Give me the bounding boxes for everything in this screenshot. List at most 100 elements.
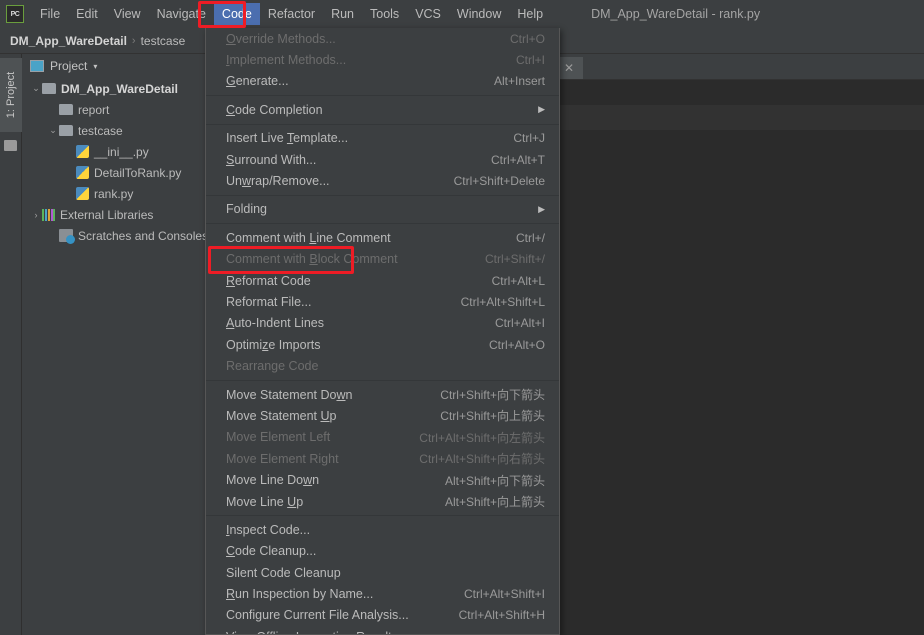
breadcrumb-separator-icon: › bbox=[131, 34, 136, 47]
menu-item-shortcut: Ctrl+Alt+Shift+向右箭头 bbox=[419, 452, 545, 467]
menu-help[interactable]: Help bbox=[509, 3, 551, 25]
library-icon bbox=[42, 208, 55, 221]
menu-item-code-completion[interactable]: Code Completion ▶ bbox=[206, 99, 559, 120]
menu-label: Window bbox=[456, 7, 502, 21]
menu-item-implement-methods: Implement Methods... Ctrl+I bbox=[206, 49, 559, 70]
menu-separator bbox=[206, 223, 559, 225]
breadcrumb-folder[interactable]: testcase bbox=[141, 34, 186, 48]
menu-item-move-element-right: Move Element Right Ctrl+Alt+Shift+向右箭头 bbox=[206, 448, 559, 469]
menu-item-label: Silent Code Cleanup bbox=[226, 565, 341, 580]
menu-item-rearrange-code: Rearrange Code bbox=[206, 355, 559, 376]
python-file-icon bbox=[76, 166, 89, 179]
tree-node-detailtorank-py[interactable]: DetailToRank.py bbox=[22, 162, 221, 183]
tree-node-dm-app-waredetail[interactable]: ⌄ DM_App_WareDetail bbox=[22, 78, 221, 99]
menu-item-run-inspection-by-name[interactable]: Run Inspection by Name... Ctrl+Alt+Shift+… bbox=[206, 583, 559, 604]
tree-node-scratches-and-consoles[interactable]: Scratches and Consoles bbox=[22, 225, 221, 246]
tree-node-testcase[interactable]: ⌄ testcase bbox=[22, 120, 221, 141]
chevron-down-icon[interactable]: ▾ bbox=[93, 62, 97, 71]
menu-item-move-line-up[interactable]: Move Line Up Alt+Shift+向上箭头 bbox=[206, 491, 559, 512]
menu-label: Run bbox=[331, 7, 354, 21]
folder-icon bbox=[59, 125, 73, 136]
tree-node-label: testcase bbox=[78, 123, 123, 138]
menu-item-insert-live-template[interactable]: Insert Live Template... Ctrl+J bbox=[206, 128, 559, 149]
menu-item-move-statement-down[interactable]: Move Statement Down Ctrl+Shift+向下箭头 bbox=[206, 384, 559, 405]
menu-edit[interactable]: Edit bbox=[68, 3, 106, 25]
menu-item-label: Move Statement Down bbox=[226, 387, 353, 402]
project-icon bbox=[30, 60, 44, 72]
python-file-icon bbox=[76, 145, 89, 158]
menu-item-surround-with[interactable]: Surround With... Ctrl+Alt+T bbox=[206, 149, 559, 170]
menu-item-unwrap-remove[interactable]: Unwrap/Remove... Ctrl+Shift+Delete bbox=[206, 170, 559, 191]
code-dropdown-menu[interactable]: Override Methods... Ctrl+O Implement Metho… bbox=[205, 28, 560, 635]
project-tree: ⌄ DM_App_WareDetailreport ⌄ testcase __ini__… bbox=[22, 78, 221, 246]
menu-separator bbox=[206, 194, 559, 196]
menu-item-optimize-imports[interactable]: Optimize Imports Ctrl+Alt+O bbox=[206, 334, 559, 355]
chevron-down-icon[interactable]: ⌄ bbox=[30, 83, 42, 94]
menu-label: Edit bbox=[76, 7, 98, 21]
menu-item-code-cleanup[interactable]: Code Cleanup... bbox=[206, 541, 559, 562]
menu-label: Refactor bbox=[267, 7, 316, 21]
tree-node-rank-py[interactable]: rank.py bbox=[22, 183, 221, 204]
menu-item-shortcut: Ctrl+Alt+Shift+H bbox=[458, 608, 545, 623]
tree-node--ini-py[interactable]: __ini__.py bbox=[22, 141, 221, 162]
chevron-right-icon[interactable]: › bbox=[30, 210, 42, 220]
menu-item-auto-indent-lines[interactable]: Auto-Indent Lines Ctrl+Alt+I bbox=[206, 313, 559, 334]
menu-refactor[interactable]: Refactor bbox=[260, 3, 323, 25]
menu-item-label: Move Line Down bbox=[226, 473, 320, 488]
menu-run[interactable]: Run bbox=[323, 3, 362, 25]
menu-item-label: Unwrap/Remove... bbox=[226, 174, 330, 189]
menu-item-shortcut: Ctrl+Shift+Delete bbox=[453, 174, 545, 189]
menu-item-reformat-code[interactable]: Reformat Code Ctrl+Alt+L bbox=[206, 270, 559, 291]
left-tool-window-bar: 1: Project bbox=[0, 54, 22, 635]
menu-item-view-offline-inspection-results[interactable]: View Offline Inspection Results... bbox=[206, 626, 559, 634]
menu-item-shortcut: Ctrl+Alt+I bbox=[494, 316, 545, 331]
menu-item-override-methods: Override Methods... Ctrl+O bbox=[206, 28, 559, 49]
menu-item-label: Code Completion bbox=[226, 102, 323, 117]
folder-icon[interactable] bbox=[4, 140, 17, 151]
menu-item-move-statement-up[interactable]: Move Statement Up Ctrl+Shift+向上箭头 bbox=[206, 405, 559, 426]
menu-item-label: Generate... bbox=[226, 74, 289, 89]
breadcrumb-project[interactable]: DM_App_WareDetail bbox=[10, 34, 127, 48]
menu-label: File bbox=[40, 7, 61, 21]
menu-item-label: Auto-Indent Lines bbox=[226, 316, 324, 331]
menu-item-label: Move Statement Up bbox=[226, 408, 337, 423]
menu-view[interactable]: View bbox=[106, 3, 149, 25]
tool-button-project[interactable]: 1: Project bbox=[0, 58, 22, 132]
menu-item-inspect-code[interactable]: Inspect Code... bbox=[206, 519, 559, 540]
menu-code[interactable]: Code bbox=[213, 3, 260, 25]
close-icon[interactable]: ✕ bbox=[564, 61, 574, 75]
tree-node-label: __ini__.py bbox=[94, 144, 149, 159]
menu-item-comment-with-line-comment[interactable]: Comment with Line Comment Ctrl+/ bbox=[206, 227, 559, 248]
menu-item-folding[interactable]: Folding ▶ bbox=[206, 199, 559, 220]
pycharm-logo-icon: PC bbox=[6, 5, 24, 23]
menu-navigate[interactable]: Navigate bbox=[149, 3, 214, 25]
menu-tools[interactable]: Tools bbox=[362, 3, 407, 25]
menu-label: VCS bbox=[415, 7, 441, 21]
menu-item-shortcut: Ctrl+Alt+T bbox=[490, 152, 545, 167]
window-title: DM_App_WareDetail - rank.py bbox=[591, 7, 761, 21]
menu-item-label: Comment with Block Comment bbox=[226, 252, 398, 267]
menu-item-label: Rearrange Code bbox=[226, 359, 319, 374]
menu-item-comment-with-block-comment: Comment with Block Comment Ctrl+Shift+/ bbox=[206, 249, 559, 270]
pycharm-window: PC File Edit View Navigate Code Refactor Run To… bbox=[0, 0, 924, 635]
chevron-down-icon[interactable]: ⌄ bbox=[47, 125, 59, 136]
tree-node-external-libraries[interactable]: › External Libraries bbox=[22, 204, 221, 225]
menu-item-label: Run Inspection by Name... bbox=[226, 587, 374, 602]
menu-item-configure-current-file-analysis[interactable]: Configure Current File Analysis... Ctrl+A… bbox=[206, 605, 559, 626]
menu-item-shortcut: Ctrl+I bbox=[515, 53, 545, 68]
menu-window[interactable]: Window bbox=[449, 3, 509, 25]
project-panel-title: Project bbox=[50, 59, 88, 73]
tree-node-label: report bbox=[78, 102, 110, 117]
folder-icon bbox=[42, 83, 56, 94]
menu-item-label: Move Line Up bbox=[226, 494, 304, 509]
menu-file[interactable]: File bbox=[32, 3, 68, 25]
menu-item-reformat-file[interactable]: Reformat File... Ctrl+Alt+Shift+L bbox=[206, 291, 559, 312]
menu-label: Code bbox=[221, 7, 252, 21]
menu-item-generate[interactable]: Generate... Alt+Insert bbox=[206, 71, 559, 92]
menu-item-silent-code-cleanup[interactable]: Silent Code Cleanup bbox=[206, 562, 559, 583]
menu-item-move-line-down[interactable]: Move Line Down Alt+Shift+向下箭头 bbox=[206, 469, 559, 490]
menu-item-shortcut: Ctrl+Alt+Shift+L bbox=[460, 294, 545, 309]
menu-vcs[interactable]: VCS bbox=[407, 3, 449, 25]
tree-node-label: DM_App_WareDetail bbox=[61, 81, 178, 96]
tree-node-report[interactable]: report bbox=[22, 99, 221, 120]
